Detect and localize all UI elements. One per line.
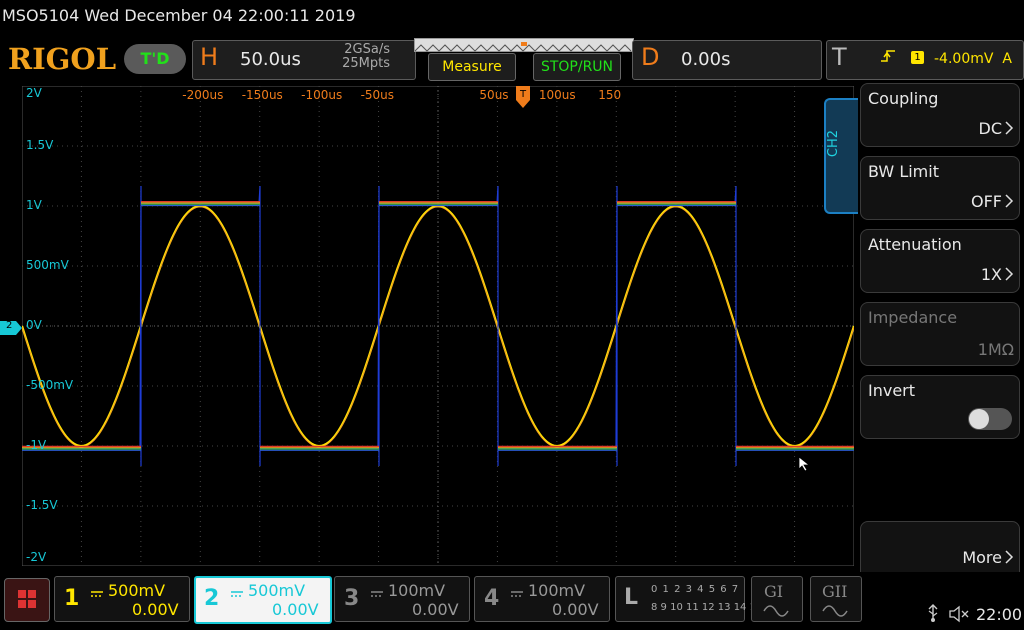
- attenuation-label: Attenuation: [868, 235, 962, 254]
- chevron-right-icon: [1004, 193, 1014, 213]
- impedance-label: Impedance: [868, 308, 958, 327]
- waveform-position-bar: [414, 38, 634, 52]
- trigger-level: -4.00mV A: [934, 51, 1012, 67]
- voltage-tick-label: 1.5V: [26, 138, 54, 152]
- more-label: More: [962, 548, 1002, 567]
- speaker-muted-icon[interactable]: [948, 605, 972, 627]
- channel-number: 4: [484, 586, 500, 611]
- main-menu-button[interactable]: [4, 578, 50, 622]
- voltage-tick-label: 2V: [26, 86, 42, 100]
- chevron-right-icon: [1004, 549, 1014, 569]
- channel-scale: 500mV: [248, 581, 306, 600]
- trigger-label: T: [832, 43, 847, 71]
- dc-coupling-icon: [510, 583, 524, 602]
- time-tick-label: -100us: [301, 88, 343, 102]
- logic-label: L: [624, 585, 639, 610]
- voltage-tick-label: -500mV: [26, 378, 74, 392]
- coupling-value: DC: [978, 119, 1003, 138]
- delay-value: 0.00s: [681, 49, 731, 70]
- memory-depth: 25Mpts: [342, 56, 390, 71]
- voltage-tick-label: 0V: [26, 318, 42, 332]
- usb-icon: [926, 604, 940, 626]
- horizontal-label: H: [200, 43, 219, 71]
- waveform-display[interactable]: [22, 86, 854, 566]
- rising-edge-icon: [880, 48, 896, 68]
- channel-scale: 500mV: [108, 581, 166, 600]
- channel-scale: 100mV: [528, 581, 586, 600]
- trigger-mode: A: [1002, 51, 1012, 67]
- svg-text:T: T: [519, 89, 527, 100]
- channel-number: 3: [344, 586, 360, 611]
- channel-offset: 0.00V: [272, 600, 319, 619]
- clock: 22:00: [976, 605, 1023, 624]
- triggered-badge: T'D: [124, 44, 186, 74]
- voltage-tick-label: -2V: [26, 550, 47, 564]
- channel-number: 1: [64, 586, 80, 611]
- voltage-tick-label: 1V: [26, 198, 42, 212]
- invert-toggle[interactable]: [968, 408, 1012, 430]
- trigger-level-value: -4.00mV: [934, 51, 994, 67]
- chevron-right-icon: [1004, 120, 1014, 140]
- logic-channels-high: 8 9 10 11 12 13 14 15: [651, 602, 763, 613]
- rigol-logo: RIGOL: [8, 42, 117, 76]
- impedance-value: 1MΩ: [977, 340, 1014, 359]
- channel-scale: 100mV: [388, 581, 446, 600]
- ch2-marker-label: 2: [6, 320, 13, 331]
- timebase-value: 50.0us: [240, 49, 301, 70]
- coupling-label: Coupling: [868, 89, 939, 108]
- measure-button[interactable]: Measure: [428, 53, 516, 81]
- channel-number: 2: [204, 586, 220, 611]
- sine-icon: [822, 602, 848, 621]
- generator-2-label: GII: [822, 582, 848, 601]
- device-title: MSO5104 Wed December 04 22:00:11 2019: [2, 6, 356, 25]
- time-tick-label: 100us: [538, 88, 576, 102]
- generator-1-label: GI: [764, 582, 784, 601]
- voltage-tick-label: -1.5V: [26, 498, 58, 512]
- trigger-position-icon: T: [515, 86, 531, 112]
- bw-limit-value: OFF: [971, 192, 1002, 211]
- time-tick-label: 50us: [479, 88, 509, 102]
- voltage-tick-label: -1V: [26, 438, 47, 452]
- trigger-source-badge: 1: [911, 51, 924, 64]
- time-tick-label: -200us: [182, 88, 224, 102]
- logic-channels-low: 0 1 2 3 4 5 6 7: [651, 584, 740, 595]
- toggle-knob: [969, 409, 989, 429]
- time-tick-label: -50us: [360, 88, 395, 102]
- voltage-tick-label: 500mV: [26, 258, 69, 272]
- sine-icon: [763, 602, 789, 621]
- stop-run-button[interactable]: STOP/RUN: [533, 53, 621, 81]
- invert-label: Invert: [868, 381, 916, 400]
- grid-menu-icon: [18, 590, 36, 608]
- bw-limit-label: BW Limit: [868, 162, 939, 181]
- channel-offset: 0.00V: [552, 600, 599, 619]
- channel-offset: 0.00V: [412, 600, 459, 619]
- channel-offset: 0.00V: [132, 600, 179, 619]
- time-tick-label: -150us: [241, 88, 283, 102]
- attenuation-value: 1X: [980, 265, 1002, 284]
- dc-coupling-icon: [370, 583, 384, 602]
- time-tick-label: 150: [598, 88, 622, 102]
- sample-rate: 2GSa/s: [344, 42, 390, 57]
- dc-coupling-icon: [90, 583, 104, 602]
- chevron-right-icon: [1004, 266, 1014, 286]
- mouse-pointer-icon: [798, 456, 812, 476]
- acquisition-info: 2GSa/s 25Mpts: [330, 43, 390, 71]
- delay-label: D: [641, 43, 660, 71]
- ch2-tab-label: CH2: [826, 130, 841, 158]
- dc-coupling-icon: [230, 583, 244, 602]
